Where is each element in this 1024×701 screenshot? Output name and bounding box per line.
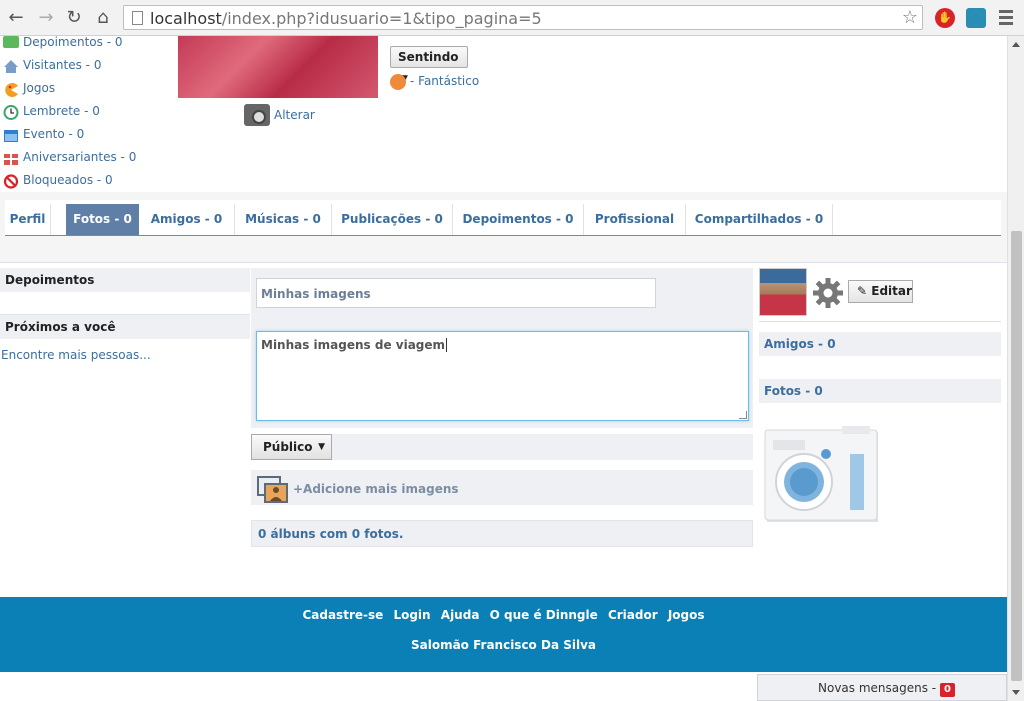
menu-item-jogos[interactable]: Jogos: [0, 82, 170, 105]
menu-item-aniversariantes[interactable]: Aniversariantes - 0: [0, 151, 170, 174]
calendar-icon: [3, 128, 19, 143]
add-images-icon: [257, 476, 288, 503]
find-more-people-link[interactable]: Encontre mais pessoas...: [1, 348, 151, 362]
photos-heading[interactable]: Fotos - 0: [759, 379, 1001, 403]
feeling-dropdown-label: Sentindo: [398, 50, 459, 64]
browser-menu-icon[interactable]: [996, 8, 1016, 28]
friends-heading[interactable]: Amigos - 0: [759, 332, 1001, 356]
edit-button[interactable]: ✎ Editar: [848, 280, 913, 303]
message-count-badge: 0: [939, 683, 955, 697]
menu-item-label: Visitantes - 0: [23, 58, 102, 72]
page-icon: [132, 11, 143, 25]
clock-icon: [3, 105, 19, 120]
menu-item-lembrete[interactable]: Lembrete - 0: [0, 105, 170, 128]
change-photo-link[interactable]: Alterar: [274, 108, 315, 122]
privacy-row: Público ▼: [251, 434, 753, 460]
footer-link-login[interactable]: Login: [393, 608, 430, 622]
menu-item-label: Bloqueados - 0: [23, 173, 113, 187]
menu-item-label: Depoimentos - 0: [23, 35, 123, 49]
edit-button-label: Editar: [871, 284, 912, 298]
tab-fotos[interactable]: Fotos - 0: [66, 204, 139, 235]
menu-item-evento[interactable]: Evento - 0: [0, 128, 170, 151]
footer-link-jogos[interactable]: Jogos: [668, 608, 705, 622]
depoimentos-heading: Depoimentos: [0, 268, 250, 292]
footer-links: Cadastre-se Login Ajuda O que é Dinngle …: [0, 608, 1007, 622]
divider: [759, 321, 1001, 322]
camera-placeholder-icon: [764, 426, 880, 524]
tab-compartilhados[interactable]: Compartilhados - 0: [686, 204, 833, 235]
adblock-extension-icon[interactable]: ✋: [935, 8, 955, 28]
caret-down-icon: ▼: [318, 442, 325, 452]
speech-bubble-icon: [3, 36, 19, 48]
browser-toolbar: ← → ↻ ⌂ localhost/index.php?idusuario=1&…: [0, 0, 1024, 36]
new-messages-label: Novas mensagens -: [818, 681, 937, 695]
tab-amigos[interactable]: Amigos - 0: [139, 204, 235, 235]
home-icon[interactable]: ⌂: [93, 8, 113, 28]
footer-user-name: Salomão Francisco Da Silva: [410, 638, 597, 652]
mood-face-icon: [390, 74, 406, 90]
tab-musicas[interactable]: Músicas - 0: [235, 204, 332, 235]
pencil-icon: ✎: [857, 284, 868, 298]
mood-text: - Fantástico: [410, 74, 480, 88]
text-cursor: [446, 338, 448, 352]
add-images-label: +Adicione mais imagens: [293, 482, 459, 496]
proximos-heading: Próximos a você: [0, 315, 250, 339]
new-messages-bar[interactable]: Novas mensagens - 0: [757, 674, 1007, 701]
block-icon: [3, 174, 19, 189]
menu-item-label: Lembrete - 0: [23, 104, 100, 118]
menu-item-label: Aniversariantes - 0: [23, 150, 137, 164]
camera-icon[interactable]: [244, 104, 270, 126]
extension-icon[interactable]: [966, 8, 986, 28]
feeling-dropdown-button[interactable]: Sentindo ▼: [390, 46, 468, 84]
left-menu: Depoimentos - 0 Visitantes - 0 Jogos Lem…: [0, 36, 170, 197]
tab-perfil[interactable]: Perfil: [5, 204, 51, 235]
resize-grip-icon[interactable]: [739, 411, 747, 419]
tab-publicacoes[interactable]: Publicações - 0: [332, 204, 453, 235]
add-images-row[interactable]: +Adicione mais imagens: [251, 470, 753, 505]
menu-item-visitantes[interactable]: Visitantes - 0: [0, 59, 170, 82]
album-description-textarea[interactable]: Minhas imagens de viagem: [256, 331, 749, 421]
bookmark-star-icon[interactable]: ☆: [902, 7, 918, 28]
menu-item-label: Evento - 0: [23, 127, 85, 141]
page-scrollbar[interactable]: [1007, 36, 1024, 701]
tabs-area: Perfil Fotos - 0 Amigos - 0 Músicas - 0 …: [0, 192, 1007, 263]
pacman-icon: [3, 82, 19, 97]
footer-link-criador[interactable]: Criador: [608, 608, 658, 622]
house-icon: [3, 59, 19, 74]
scroll-down-icon[interactable]: [1012, 690, 1020, 695]
privacy-select[interactable]: Público ▼: [251, 434, 332, 460]
scroll-up-icon[interactable]: [1012, 42, 1020, 47]
back-arrow-icon[interactable]: ←: [6, 8, 26, 28]
scroll-thumb[interactable]: [1011, 231, 1022, 681]
footer: Cadastre-se Login Ajuda O que é Dinngle …: [0, 597, 1007, 672]
menu-item-depoimentos[interactable]: Depoimentos - 0: [0, 36, 170, 59]
album-title-input[interactable]: Minhas imagens: [256, 278, 656, 308]
album-count: 0 álbuns com 0 fotos.: [251, 520, 753, 547]
privacy-select-value: Público: [263, 440, 313, 454]
menu-item-label: Jogos: [23, 81, 56, 95]
reload-icon[interactable]: ↻: [64, 8, 84, 28]
tab-depoimentos[interactable]: Depoimentos - 0: [453, 204, 584, 235]
footer-link-cadastre[interactable]: Cadastre-se: [302, 608, 383, 622]
gear-icon[interactable]: [812, 277, 843, 308]
forward-arrow-icon[interactable]: →: [36, 8, 56, 28]
footer-link-ajuda[interactable]: Ajuda: [441, 608, 480, 622]
footer-link-about[interactable]: O que é Dinngle: [490, 608, 598, 622]
tab-profissional[interactable]: Profissional: [584, 204, 686, 235]
address-bar[interactable]: localhost/index.php?idusuario=1&tipo_pag…: [123, 5, 923, 30]
avatar[interactable]: [759, 268, 807, 316]
url-text: localhost/index.php?idusuario=1&tipo_pag…: [150, 9, 542, 28]
textarea-value: Minhas imagens de viagem: [261, 338, 446, 352]
gift-icon: [3, 151, 19, 166]
profile-cover-photo: [178, 36, 378, 98]
profile-tabs: Perfil Fotos - 0 Amigos - 0 Músicas - 0 …: [5, 200, 1001, 236]
